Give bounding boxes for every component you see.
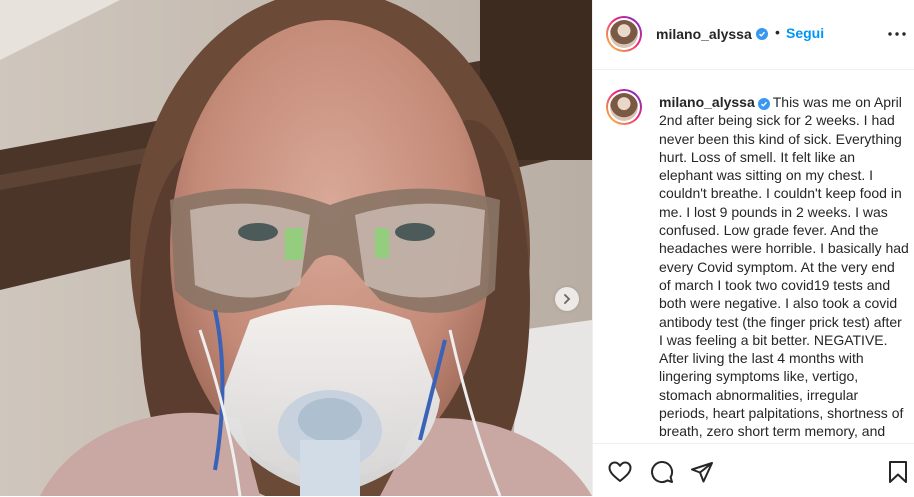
follow-button[interactable]: Segui (786, 25, 824, 41)
post-caption: milano_alyssa This was me on April 2nd af… (659, 93, 909, 443)
verified-badge-icon (756, 28, 768, 40)
paper-plane-icon (691, 462, 713, 483)
comment-button[interactable] (649, 459, 675, 485)
caption-avatar[interactable] (606, 89, 642, 125)
post-actions (593, 443, 914, 497)
header-username[interactable]: milano_alyssa (656, 26, 752, 42)
bookmark-icon (889, 461, 907, 483)
chevron-right-icon (564, 294, 571, 304)
more-options-button[interactable] (885, 22, 909, 46)
post-sidebar: milano_alyssa • Segui milano_alyssa This … (592, 0, 914, 496)
separator-dot: • (775, 24, 780, 40)
caption-area: milano_alyssa This was me on April 2nd af… (593, 71, 914, 443)
more-options-icon (888, 32, 906, 36)
verified-badge-icon (757, 98, 770, 110)
caption-username[interactable]: milano_alyssa (659, 94, 755, 110)
like-button[interactable] (607, 459, 633, 485)
post-header: milano_alyssa • Segui (593, 0, 914, 70)
save-button[interactable] (885, 459, 911, 485)
avatar[interactable] (606, 16, 642, 52)
caption-text: This was me on April 2nd after being sic… (659, 94, 909, 443)
post-photo[interactable] (0, 0, 592, 496)
carousel-next-button[interactable] (555, 287, 579, 311)
selfie-image (0, 0, 592, 496)
comment-icon (651, 461, 674, 483)
heart-icon (608, 461, 632, 482)
share-button[interactable] (689, 459, 715, 485)
